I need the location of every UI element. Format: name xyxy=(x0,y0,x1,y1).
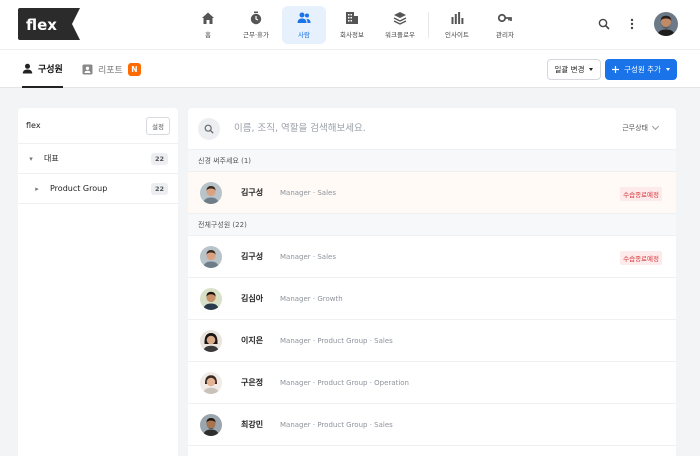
new-badge: N xyxy=(127,62,141,76)
nav-item-people[interactable]: 사람 xyxy=(282,6,326,44)
page-subheader: 구성원 리포트 N 일괄 변경 구성원 추가 xyxy=(0,50,700,88)
member-search-bar: 근무상태 xyxy=(188,108,676,150)
nav-item-company[interactable]: 회사정보 xyxy=(330,6,374,44)
caret-right-icon[interactable]: ▸ xyxy=(32,185,42,193)
chevron-down-icon xyxy=(651,122,660,131)
top-navigation-bar: flex 홈 근무·휴가 사람 회사정보 워크플로우 인사이트 관리자 xyxy=(0,0,700,50)
home-icon xyxy=(202,12,214,24)
flex-logo[interactable]: flex xyxy=(18,8,80,40)
work-status-filter-label: 근무상태 xyxy=(622,124,648,132)
member-role: Manager · Sales xyxy=(280,188,336,197)
more-menu-button[interactable] xyxy=(620,12,644,36)
tab-report[interactable]: 리포트 N xyxy=(82,50,141,88)
member-row[interactable]: 최강민 Manager · Product Group · Sales xyxy=(188,404,676,446)
member-name: 구은정 xyxy=(241,378,264,387)
top-actions xyxy=(592,12,678,36)
search-button[interactable] xyxy=(592,12,616,36)
nav-item-admin[interactable]: 관리자 xyxy=(483,6,527,44)
nav-label: 관리자 xyxy=(496,31,514,39)
member-count-badge: 22 xyxy=(150,153,168,165)
timer-icon xyxy=(250,11,262,25)
member-row[interactable]: 김구성 Manager · Sales 수습종료예정 xyxy=(188,236,676,278)
tree-node-product-group[interactable]: ▸ Product Group 22 xyxy=(18,174,178,204)
nav-label: 홈 xyxy=(205,31,211,39)
member-name: 김구성 xyxy=(241,188,264,197)
member-name: 김심아 xyxy=(241,294,264,303)
nav-label: 사람 xyxy=(298,31,310,39)
attention-section-header: 신경 써주세요 (1) xyxy=(188,150,676,172)
member-role: Manager · Growth xyxy=(280,294,343,303)
tab-label: 리포트 xyxy=(98,65,123,76)
bulk-edit-button[interactable]: 일괄 변경 xyxy=(547,59,601,80)
nav-divider xyxy=(428,12,429,38)
probation-status-badge: 수습종료예정 xyxy=(620,251,662,265)
member-role: Manager · Product Group · Sales xyxy=(280,420,393,429)
building-icon xyxy=(346,12,358,24)
member-avatar xyxy=(200,181,222,204)
probation-status-badge: 수습종료예정 xyxy=(620,187,662,201)
member-row[interactable]: 이지은 Manager · Product Group · Sales xyxy=(188,320,676,362)
member-name: 이지은 xyxy=(241,336,264,345)
nav-label: 근무·휴가 xyxy=(243,31,269,39)
member-row[interactable]: 김심아 Manager · Growth xyxy=(188,278,676,320)
user-avatar[interactable] xyxy=(654,12,678,36)
layers-icon xyxy=(393,12,407,25)
member-count-badge: 22 xyxy=(150,183,168,195)
person-icon xyxy=(22,63,33,73)
id-card-icon xyxy=(82,64,93,74)
search-icon xyxy=(198,117,220,140)
nav-label: 인사이트 xyxy=(445,31,469,39)
work-status-filter[interactable]: 근무상태 xyxy=(622,122,660,133)
member-avatar xyxy=(200,413,222,436)
add-member-label: 구성원 추가 xyxy=(624,65,661,74)
org-tree-panel: flex 설정 ▾ 대표 22 ▸ Product Group 22 xyxy=(18,108,178,456)
nav-label: 워크플로우 xyxy=(385,31,415,39)
bar-chart-icon xyxy=(451,12,464,24)
people-icon xyxy=(297,12,311,23)
member-search-input[interactable] xyxy=(234,123,534,134)
members-panel: 근무상태 신경 써주세요 (1) 김구성 Manager · Sales 수습종… xyxy=(188,108,676,456)
org-tree-header: flex 설정 xyxy=(18,108,178,144)
tab-label: 구성원 xyxy=(38,64,63,75)
member-role: Manager · Product Group · Sales xyxy=(280,336,393,345)
nav-label: 회사정보 xyxy=(340,31,364,39)
tab-members[interactable]: 구성원 xyxy=(22,50,63,88)
member-avatar xyxy=(200,287,222,310)
key-icon xyxy=(498,13,512,23)
add-member-button[interactable]: 구성원 추가 xyxy=(605,59,677,80)
tree-node-label: 대표 xyxy=(44,154,59,163)
nav-item-insight[interactable]: 인사이트 xyxy=(435,6,479,44)
member-row[interactable]: 구은정 Manager · Product Group · Operation xyxy=(188,362,676,404)
tree-node-ceo[interactable]: ▾ 대표 22 xyxy=(18,144,178,174)
more-vertical-icon xyxy=(630,18,634,30)
nav-item-workflow[interactable]: 워크플로우 xyxy=(378,6,422,44)
caret-down-icon xyxy=(665,68,670,71)
all-members-section-header: 전체구성원 (22) xyxy=(188,214,676,236)
settings-button[interactable]: 설정 xyxy=(146,116,170,135)
member-role: Manager · Sales xyxy=(280,252,336,261)
member-avatar xyxy=(200,371,222,394)
member-role: Manager · Product Group · Operation xyxy=(280,378,409,387)
nav-item-home[interactable]: 홈 xyxy=(186,6,230,44)
nav-item-attendance[interactable]: 근무·휴가 xyxy=(234,6,278,44)
member-name: 최강민 xyxy=(241,420,264,429)
member-avatar xyxy=(200,245,222,268)
search-icon xyxy=(598,18,610,30)
member-row[interactable]: 김구성 Manager · Sales 수습종료예정 xyxy=(188,172,676,214)
org-name: flex xyxy=(26,121,41,130)
caret-down-icon[interactable]: ▾ xyxy=(26,155,36,163)
logo-text: flex xyxy=(26,16,57,34)
main-nav: 홈 근무·휴가 사람 회사정보 워크플로우 인사이트 관리자 xyxy=(186,6,531,44)
bulk-edit-label: 일괄 변경 xyxy=(554,65,585,74)
plus-icon xyxy=(612,66,620,73)
tree-node-label: Product Group xyxy=(50,184,108,193)
caret-down-icon xyxy=(589,68,594,71)
member-name: 김구성 xyxy=(241,252,264,261)
member-avatar xyxy=(200,329,222,352)
